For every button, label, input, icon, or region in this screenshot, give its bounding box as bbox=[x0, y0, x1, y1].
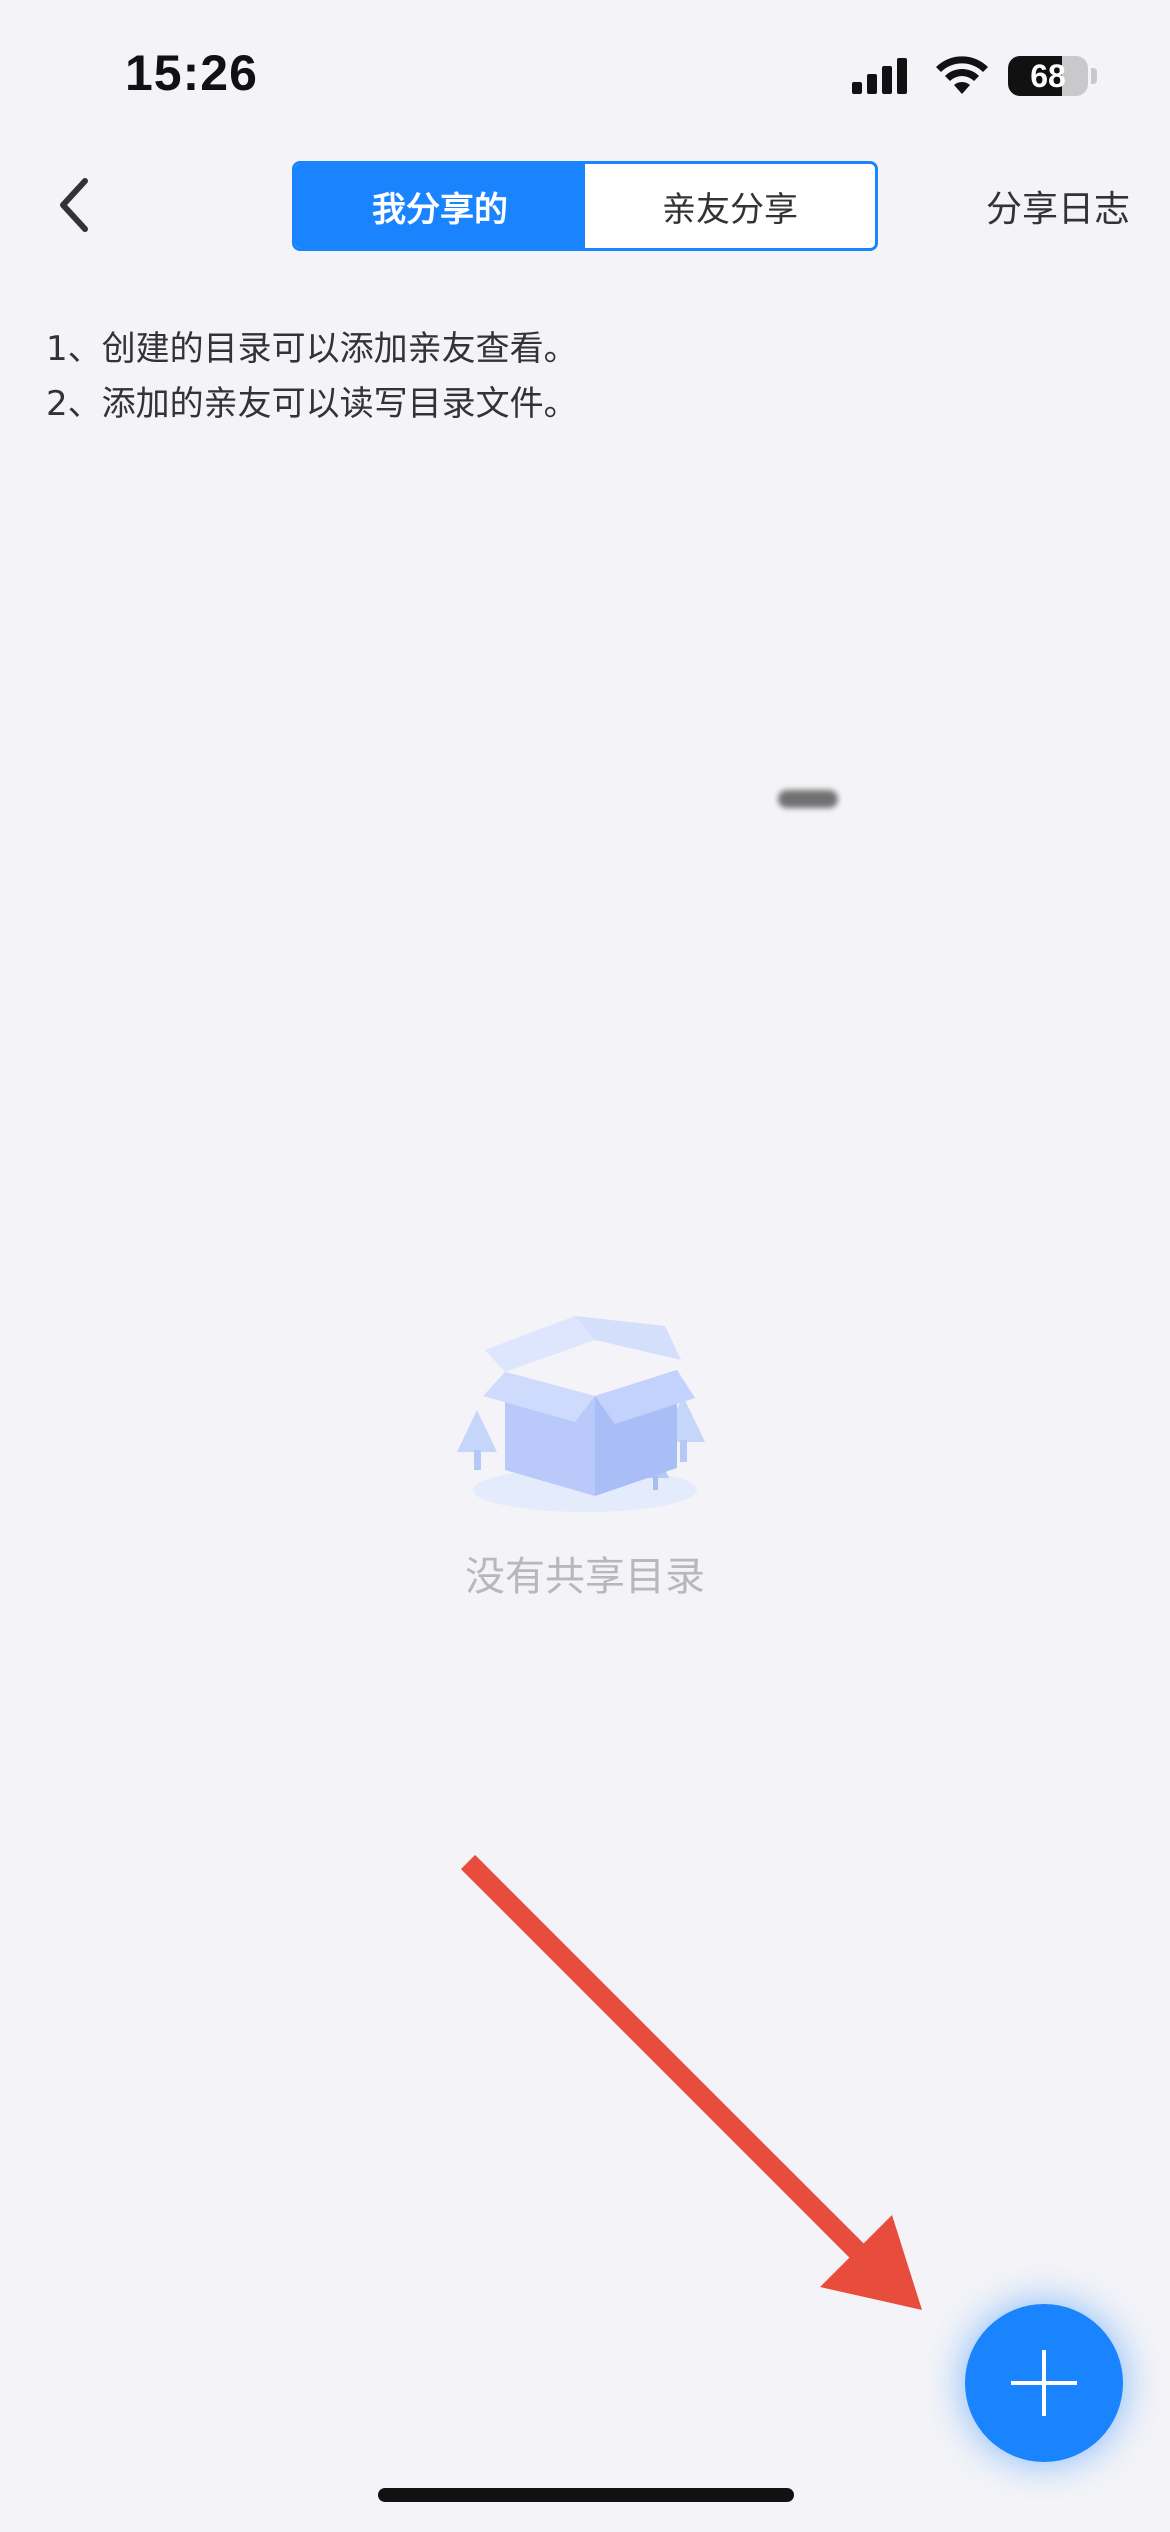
battery-icon: 68 bbox=[1008, 56, 1088, 96]
back-button[interactable] bbox=[40, 160, 110, 250]
tab-my-shares-label: 我分享的 bbox=[372, 189, 508, 230]
battery-level: 68 bbox=[1030, 58, 1066, 94]
info-line-1: 1、创建的目录可以添加亲友查看。 bbox=[46, 329, 578, 369]
chevron-left-icon bbox=[60, 178, 88, 232]
plus-icon bbox=[1011, 2350, 1077, 2416]
smudge-mark bbox=[778, 790, 838, 808]
empty-state-message: 没有共享目录 bbox=[465, 1554, 705, 1600]
status-time: 15:26 bbox=[125, 45, 258, 101]
status-bar: 15:26 68 bbox=[0, 0, 1170, 150]
tab-friends-shares[interactable]: 亲友分享 bbox=[585, 164, 875, 248]
info-line-2: 2、添加的亲友可以读写目录文件。 bbox=[46, 384, 578, 424]
wifi-icon bbox=[936, 56, 988, 94]
home-indicator[interactable] bbox=[378, 2488, 794, 2502]
empty-box-icon bbox=[457, 1316, 705, 1512]
tab-friends-shares-label: 亲友分享 bbox=[662, 189, 798, 230]
cellular-signal-icon bbox=[852, 58, 907, 94]
tab-my-shares[interactable]: 我分享的 bbox=[295, 164, 585, 248]
share-tabs: 我分享的 亲友分享 bbox=[292, 161, 878, 251]
share-info: 1、创建的目录可以添加亲友查看。 2、添加的亲友可以读写目录文件。 bbox=[46, 322, 1126, 432]
share-log-link[interactable]: 分享日志 bbox=[986, 180, 1130, 232]
add-share-button[interactable] bbox=[965, 2304, 1123, 2462]
battery-cap bbox=[1091, 68, 1097, 84]
